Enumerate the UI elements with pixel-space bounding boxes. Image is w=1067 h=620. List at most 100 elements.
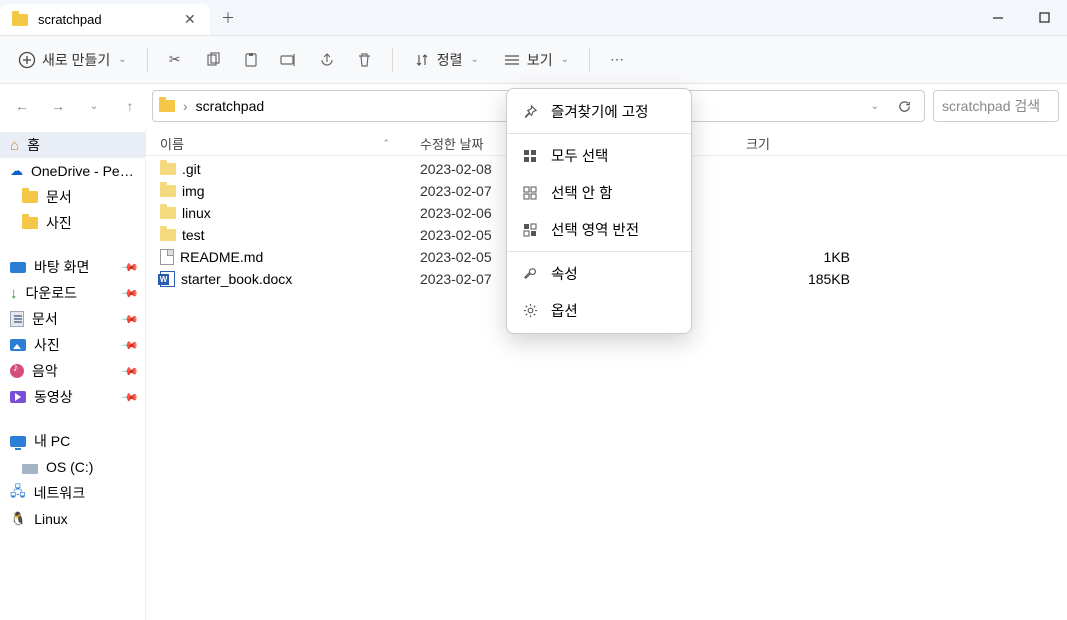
plus-circle-icon bbox=[18, 51, 36, 69]
folder-icon bbox=[160, 229, 176, 241]
maximize-button[interactable] bbox=[1021, 0, 1067, 35]
new-label: 새로 만들기 bbox=[42, 50, 110, 70]
folder-icon bbox=[160, 185, 176, 197]
sidebar-item-onedrive[interactable]: ☁OneDrive - Personal bbox=[0, 158, 145, 184]
separator bbox=[147, 48, 148, 72]
sidebar-item-music[interactable]: 음악📌 bbox=[0, 358, 145, 384]
select-all-icon bbox=[521, 147, 539, 165]
gear-icon bbox=[521, 302, 539, 320]
search-placeholder: scratchpad 검색 bbox=[942, 96, 1040, 116]
window-controls bbox=[975, 0, 1067, 35]
minimize-button[interactable] bbox=[975, 0, 1021, 35]
sidebar-item-documents[interactable]: 문서 bbox=[0, 184, 145, 210]
chevron-down-icon: ⌄ bbox=[561, 54, 569, 65]
sidebar: ⌂홈 ☁OneDrive - Personal 문서 사진 바탕 화면📌 ↓다운… bbox=[0, 128, 146, 620]
sidebar-item-desktop[interactable]: 바탕 화면📌 bbox=[0, 254, 145, 280]
sort-icon bbox=[413, 51, 431, 69]
music-icon bbox=[10, 364, 24, 378]
sort-button[interactable]: 정렬 ⌄ bbox=[403, 44, 489, 76]
search-input[interactable]: scratchpad 검색 bbox=[933, 90, 1059, 122]
drive-icon bbox=[22, 464, 38, 474]
refresh-button[interactable] bbox=[891, 99, 918, 114]
delete-button[interactable] bbox=[348, 45, 382, 75]
network-icon: 🖧 bbox=[10, 481, 26, 505]
pin-icon: 📌 bbox=[121, 310, 140, 329]
pin-icon: 📌 bbox=[121, 388, 140, 407]
sidebar-item-photos[interactable]: 사진 bbox=[0, 210, 145, 236]
separator bbox=[589, 48, 590, 72]
ctx-select-all[interactable]: 모두 선택 bbox=[507, 137, 691, 174]
paste-button[interactable] bbox=[234, 45, 268, 75]
markdown-file-icon bbox=[160, 249, 174, 265]
breadcrumb-separator: › bbox=[183, 98, 188, 114]
copy-icon bbox=[204, 51, 222, 69]
back-button[interactable]: ← bbox=[8, 92, 36, 120]
sidebar-item-network[interactable]: 🖧네트워크 bbox=[0, 480, 145, 506]
pin-icon: 📌 bbox=[121, 284, 140, 303]
sidebar-item-home[interactable]: ⌂홈 bbox=[0, 132, 145, 158]
chevron-down-icon: ⌄ bbox=[118, 54, 126, 65]
column-name[interactable]: 이름⌃ bbox=[160, 134, 420, 153]
cut-button[interactable]: ✂ bbox=[158, 45, 192, 75]
sidebar-item-drive-c[interactable]: OS (C:) bbox=[0, 454, 145, 480]
folder-icon bbox=[160, 163, 176, 175]
tab-scratchpad[interactable]: scratchpad ✕ bbox=[0, 4, 210, 35]
sidebar-item-pc[interactable]: 내 PC bbox=[0, 428, 145, 454]
file-name: starter_book.docx bbox=[181, 271, 292, 287]
ctx-properties[interactable]: 속성 bbox=[507, 255, 691, 292]
view-button[interactable]: 보기 ⌄ bbox=[493, 44, 579, 76]
linux-icon: 🐧 bbox=[10, 511, 26, 527]
file-name: linux bbox=[182, 205, 211, 221]
forward-button[interactable]: → bbox=[44, 92, 72, 120]
up-button[interactable]: ↑ bbox=[116, 92, 144, 120]
folder-icon bbox=[22, 217, 38, 229]
file-name: README.md bbox=[180, 249, 263, 265]
separator bbox=[507, 133, 691, 134]
folder-icon bbox=[160, 207, 176, 219]
rename-icon bbox=[280, 51, 298, 69]
sidebar-item-downloads[interactable]: ↓다운로드📌 bbox=[0, 280, 145, 306]
sidebar-item-pictures[interactable]: 사진📌 bbox=[0, 332, 145, 358]
more-icon: ⋯ bbox=[608, 51, 626, 69]
pin-icon: 📌 bbox=[121, 336, 140, 355]
select-none-icon bbox=[521, 184, 539, 202]
new-button[interactable]: 새로 만들기 ⌄ bbox=[8, 44, 137, 76]
pc-icon bbox=[10, 436, 26, 447]
file-name: test bbox=[182, 227, 205, 243]
new-tab-button[interactable]: ＋ bbox=[210, 0, 246, 35]
picture-icon bbox=[10, 339, 26, 351]
context-menu: 즐겨찾기에 고정 모두 선택 선택 안 함 선택 영역 반전 속성 옵션 bbox=[506, 88, 692, 334]
view-icon bbox=[503, 51, 521, 69]
separator bbox=[507, 251, 691, 252]
ctx-pin-to-quick[interactable]: 즐겨찾기에 고정 bbox=[507, 93, 691, 130]
share-icon bbox=[318, 51, 336, 69]
sidebar-item-documents2[interactable]: 문서📌 bbox=[0, 306, 145, 332]
sidebar-item-linux[interactable]: 🐧Linux bbox=[0, 506, 145, 532]
more-button[interactable]: ⋯ bbox=[600, 45, 634, 75]
cloud-icon: ☁ bbox=[10, 163, 23, 179]
cut-icon: ✂ bbox=[166, 51, 184, 69]
titlebar: scratchpad ✕ ＋ bbox=[0, 0, 1067, 36]
video-icon bbox=[10, 391, 26, 403]
pin-icon bbox=[521, 103, 539, 121]
ctx-select-none[interactable]: 선택 안 함 bbox=[507, 174, 691, 211]
copy-button[interactable] bbox=[196, 45, 230, 75]
recent-dropdown[interactable]: ⌄ bbox=[80, 92, 108, 120]
desktop-icon bbox=[10, 262, 26, 273]
separator bbox=[392, 48, 393, 72]
properties-icon bbox=[521, 265, 539, 283]
trash-icon bbox=[356, 51, 374, 69]
download-icon: ↓ bbox=[10, 285, 18, 302]
chevron-down-icon[interactable]: ⌄ bbox=[867, 101, 883, 112]
close-icon[interactable]: ✕ bbox=[184, 11, 198, 28]
word-file-icon bbox=[160, 271, 175, 287]
column-size[interactable]: 크기 bbox=[690, 134, 770, 153]
sidebar-item-videos[interactable]: 동영상📌 bbox=[0, 384, 145, 410]
ctx-invert-selection[interactable]: 선택 영역 반전 bbox=[507, 211, 691, 248]
rename-button[interactable] bbox=[272, 45, 306, 75]
share-button[interactable] bbox=[310, 45, 344, 75]
document-icon bbox=[10, 311, 24, 327]
ctx-options[interactable]: 옵션 bbox=[507, 292, 691, 329]
folder-icon bbox=[159, 100, 175, 112]
folder-icon bbox=[22, 191, 38, 203]
